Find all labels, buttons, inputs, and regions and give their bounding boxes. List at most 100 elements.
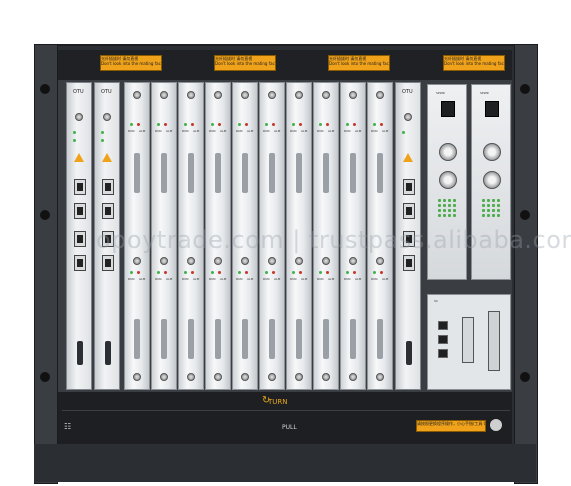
card-latch[interactable]: [323, 319, 329, 359]
optical-port[interactable]: [403, 255, 415, 271]
ethernet-port[interactable]: [438, 349, 448, 358]
optical-port[interactable]: [403, 203, 415, 219]
status-led: [101, 139, 104, 142]
screw: [187, 91, 195, 99]
screw: [214, 91, 222, 99]
screw: [241, 257, 249, 265]
led-label: ALM: [247, 277, 254, 281]
card-latch[interactable]: [350, 153, 356, 193]
screw: [268, 373, 276, 381]
alarm-led: [353, 123, 356, 126]
screw: [241, 373, 249, 381]
db-connector[interactable]: [488, 311, 500, 371]
card-latch[interactable]: [188, 319, 194, 359]
optical-port[interactable]: [74, 179, 86, 195]
card-handle[interactable]: [77, 341, 83, 365]
power-connector[interactable]: [439, 171, 457, 189]
otu-card-1[interactable]: OTU: [66, 82, 92, 390]
screw: [241, 91, 249, 99]
card-latch[interactable]: [134, 319, 140, 359]
led-label: RUN: [344, 129, 351, 133]
screw: [214, 257, 222, 265]
power-connector[interactable]: [483, 143, 501, 161]
power-switch[interactable]: [485, 101, 499, 117]
card-latch[interactable]: [269, 319, 275, 359]
alarm-led: [137, 271, 140, 274]
led-label: RUN: [182, 129, 189, 133]
card-latch[interactable]: [188, 153, 194, 193]
warning-label: 光纤插拔时 请勿直视 Don't look into the mating fa…: [214, 55, 276, 71]
control-board[interactable]: SC: [427, 294, 511, 390]
laser-warning-icon: [102, 153, 112, 162]
card-handle[interactable]: [406, 341, 412, 365]
screw: [160, 257, 168, 265]
led-label: RUN: [155, 277, 162, 281]
alarm-led: [164, 123, 167, 126]
card-latch[interactable]: [215, 319, 221, 359]
ethernet-port[interactable]: [438, 321, 448, 330]
status-led: [184, 123, 187, 126]
led-label: ALM: [274, 277, 281, 281]
card-latch[interactable]: [161, 153, 167, 193]
card-latch[interactable]: [215, 153, 221, 193]
status-led: [346, 271, 349, 274]
alarm-led: [353, 271, 356, 274]
card-latch[interactable]: [377, 319, 383, 359]
control-label: SC: [434, 299, 438, 303]
status-led: [265, 123, 268, 126]
led-label: ALM: [301, 129, 308, 133]
ethernet-port[interactable]: [438, 335, 448, 344]
alarm-led: [218, 123, 221, 126]
card-latch[interactable]: [296, 153, 302, 193]
screw: [133, 373, 141, 381]
card-latch[interactable]: [134, 153, 140, 193]
status-led: [292, 271, 295, 274]
status-led: [157, 271, 160, 274]
card-latch[interactable]: [161, 319, 167, 359]
screw: [160, 91, 168, 99]
card-latch[interactable]: [350, 319, 356, 359]
alarm-led: [137, 123, 140, 126]
mount-hole: [520, 210, 530, 220]
led-label: RUN: [290, 277, 297, 281]
power-switch[interactable]: [441, 101, 455, 117]
card-latch[interactable]: [323, 153, 329, 193]
card-latch[interactable]: [296, 319, 302, 359]
status-led: [373, 271, 376, 274]
recycle-icon: ↻: [262, 395, 271, 406]
led-label: ALM: [382, 277, 389, 281]
screw: [133, 91, 141, 99]
screw: [295, 257, 303, 265]
screw: [376, 91, 384, 99]
optical-port[interactable]: [74, 231, 86, 247]
warning-label-sub: Don't look into the mating face: [101, 61, 161, 66]
alarm-led: [245, 123, 248, 126]
warning-label: 光纤插拔时 请勿直视 Don't look into the mating fa…: [328, 55, 390, 71]
power-connector[interactable]: [439, 143, 457, 161]
card-latch[interactable]: [269, 153, 275, 193]
bottom-warning-text: 请按照更换程序操作，小心手指/工具 Caution!: [417, 421, 485, 426]
card-handle[interactable]: [105, 341, 111, 365]
status-led: [402, 131, 405, 134]
card-latch[interactable]: [242, 319, 248, 359]
screw: [376, 373, 384, 381]
status-led: [211, 123, 214, 126]
screw: [349, 373, 357, 381]
optical-port[interactable]: [102, 179, 114, 195]
led-label: ALM: [382, 129, 389, 133]
optical-port[interactable]: [102, 255, 114, 271]
power-connector[interactable]: [483, 171, 501, 189]
optical-port[interactable]: [403, 179, 415, 195]
serial-connector[interactable]: [462, 317, 474, 363]
status-led: [346, 123, 349, 126]
status-led: [157, 123, 160, 126]
warning-label-sub: Don't look into the mating face: [444, 61, 504, 66]
optical-port[interactable]: [74, 255, 86, 271]
card-latch[interactable]: [377, 153, 383, 193]
card-latch[interactable]: [242, 153, 248, 193]
indicator-grid: [482, 199, 500, 217]
optical-port[interactable]: [102, 203, 114, 219]
alarm-led: [299, 271, 302, 274]
optical-port[interactable]: [74, 203, 86, 219]
led-label: ALM: [220, 277, 227, 281]
